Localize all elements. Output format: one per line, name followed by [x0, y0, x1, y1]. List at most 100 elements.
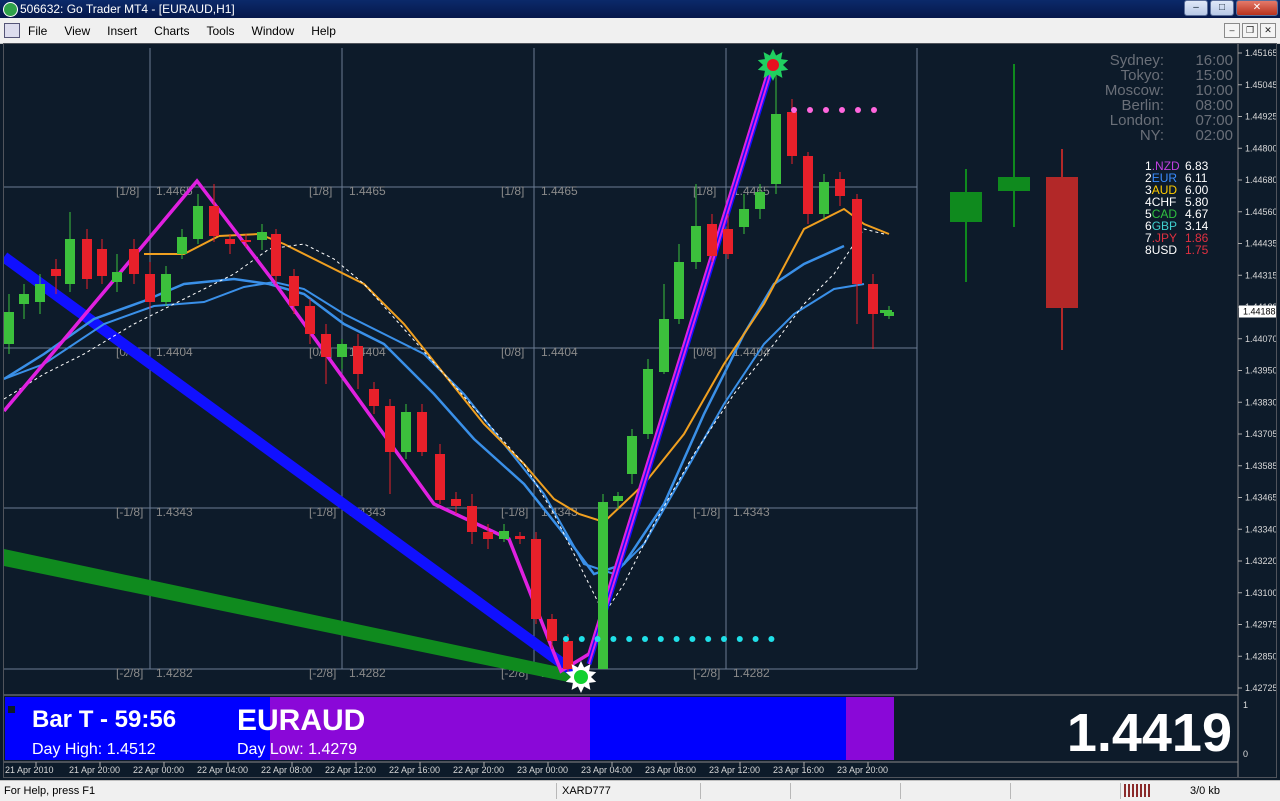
- murrey-tag: [0/8]: [693, 345, 716, 359]
- bear-candle: [515, 536, 525, 539]
- info-panel-purple-end: [846, 697, 894, 760]
- bull-candle: [613, 496, 623, 501]
- price-chart[interactable]: [1/8] 1.4465 [1/8] 1.4465 [1/8] 1.4465 [1/8] 1.…: [0, 44, 1278, 777]
- bull-candle: [35, 284, 45, 302]
- murrey-tag: [1/8]: [693, 184, 716, 198]
- support-dot: [626, 636, 633, 642]
- panel-symbol: EURAUD: [237, 704, 365, 737]
- murrey-tag: [1/8]: [116, 184, 139, 198]
- clock-time: 02:00: [1195, 127, 1233, 144]
- status-divider: [556, 783, 557, 799]
- minimize-button[interactable]: –: [1184, 0, 1208, 16]
- resistance-dot: [839, 107, 845, 113]
- menu-window[interactable]: Window: [252, 24, 304, 38]
- bear-candle: [271, 234, 281, 276]
- price-axis-label: 1.44800: [1245, 143, 1276, 153]
- bear-candle: [835, 179, 845, 196]
- bear-candle: [435, 454, 445, 500]
- status-divider: [1120, 783, 1121, 799]
- status-divider: [700, 783, 701, 799]
- murrey-price: 1.4404: [156, 345, 193, 359]
- bear-candle: [852, 199, 862, 284]
- connection-status-icon[interactable]: [1124, 784, 1150, 797]
- murrey-tag: [-2/8]: [116, 666, 143, 680]
- price-axis-label: 1.44560: [1245, 207, 1276, 217]
- chart-window-icon[interactable]: [4, 23, 20, 38]
- bull-candle: [739, 209, 749, 227]
- app-icon: [3, 2, 18, 17]
- murrey-price: 1.4282: [156, 666, 193, 680]
- time-axis-label: 23 Apr 04:00: [581, 765, 632, 775]
- time-axis-label: 23 Apr 12:00: [709, 765, 760, 775]
- price-axis-label: 1.43220: [1245, 556, 1276, 566]
- status-help: For Help, press F1: [4, 785, 96, 797]
- bear-candle: [353, 346, 363, 374]
- top-signal-dot: [767, 59, 779, 71]
- support-dot: [752, 636, 759, 642]
- support-dot: [642, 636, 648, 642]
- price-axis-label: 1.44925: [1245, 112, 1276, 122]
- menu-help[interactable]: Help: [311, 24, 345, 38]
- bull-candle: [598, 502, 608, 669]
- menu-bar: File View Insert Charts Tools Window Help – ❐ …: [0, 18, 1280, 44]
- menu-tools[interactable]: Tools: [207, 24, 244, 38]
- bear-candle: [241, 240, 251, 242]
- support-dot: [721, 636, 727, 642]
- bear-candle: [129, 249, 139, 274]
- daily-bull-candle: [998, 177, 1030, 191]
- bear-candle: [563, 641, 573, 669]
- chart-restore-button[interactable]: ❐: [1242, 23, 1258, 38]
- bear-candle: [531, 539, 541, 619]
- murrey-price: 1.4282: [733, 666, 770, 680]
- window-titlebar: 506632: Go Trader MT4 - [EURAUD,H1] – □ …: [0, 0, 1280, 18]
- chart-minimize-button[interactable]: –: [1224, 23, 1240, 38]
- menu-charts[interactable]: Charts: [154, 24, 198, 38]
- close-button[interactable]: ✕: [1236, 0, 1278, 16]
- window-controls: – □ ✕: [1184, 0, 1278, 16]
- bear-candle: [451, 499, 461, 506]
- maximize-button[interactable]: □: [1210, 0, 1234, 16]
- bull-candle: [659, 319, 669, 372]
- status-divider: [1010, 783, 1011, 799]
- menu-insert[interactable]: Insert: [107, 24, 146, 38]
- bull-candle: [401, 412, 411, 452]
- price-axis-label: 1.43585: [1245, 461, 1276, 471]
- bear-candle: [547, 619, 557, 641]
- bear-candle: [369, 389, 379, 406]
- bull-candle: [771, 114, 781, 184]
- bull-candle: [627, 436, 637, 474]
- chart-close-button[interactable]: ✕: [1260, 23, 1276, 38]
- status-divider: [900, 783, 901, 799]
- status-traffic: 3/0 kb: [1190, 785, 1220, 797]
- day-low: Day Low: 1.4279: [237, 741, 357, 758]
- sub-axis-top: 1: [1243, 700, 1248, 710]
- menu-file[interactable]: File: [28, 24, 56, 38]
- chart-window[interactable]: [1/8] 1.4465 [1/8] 1.4465 [1/8] 1.4465 [1/8] 1.…: [0, 43, 1278, 778]
- price-axis-label: 1.43830: [1245, 397, 1276, 407]
- bull-candle: [161, 274, 171, 302]
- price-axis-label: 1.44070: [1245, 334, 1276, 344]
- time-axis-label: 23 Apr 20:00: [837, 765, 888, 775]
- status-profile: XARD777: [562, 785, 611, 797]
- murrey-tag: [-2/8]: [309, 666, 336, 680]
- time-axis-label: 23 Apr 08:00: [645, 765, 696, 775]
- time-axis-label: 23 Apr 00:00: [517, 765, 568, 775]
- resistance-dot: [823, 107, 829, 113]
- price-axis-label: 1.42975: [1245, 620, 1276, 630]
- support-dot: [563, 636, 569, 642]
- daily-bear-candle: [1046, 177, 1078, 308]
- bear-candle: [305, 306, 315, 334]
- murrey-tag: [-2/8]: [693, 666, 720, 680]
- window-title: 506632: Go Trader MT4 - [EURAUD,H1]: [20, 2, 235, 16]
- bear-candle: [723, 229, 733, 254]
- murrey-price: 1.4465: [541, 184, 578, 198]
- time-axis-label: 22 Apr 00:00: [133, 765, 184, 775]
- day-high: Day High: 1.4512: [32, 741, 156, 758]
- menu-view[interactable]: View: [64, 24, 99, 38]
- big-price: 1.4419: [1067, 703, 1232, 763]
- status-divider: [790, 783, 791, 799]
- murrey-tag: [-1/8]: [501, 505, 528, 519]
- bull-candle: [193, 206, 203, 239]
- chart-background: [4, 44, 1276, 777]
- price-axis-label: 1.44435: [1245, 239, 1276, 249]
